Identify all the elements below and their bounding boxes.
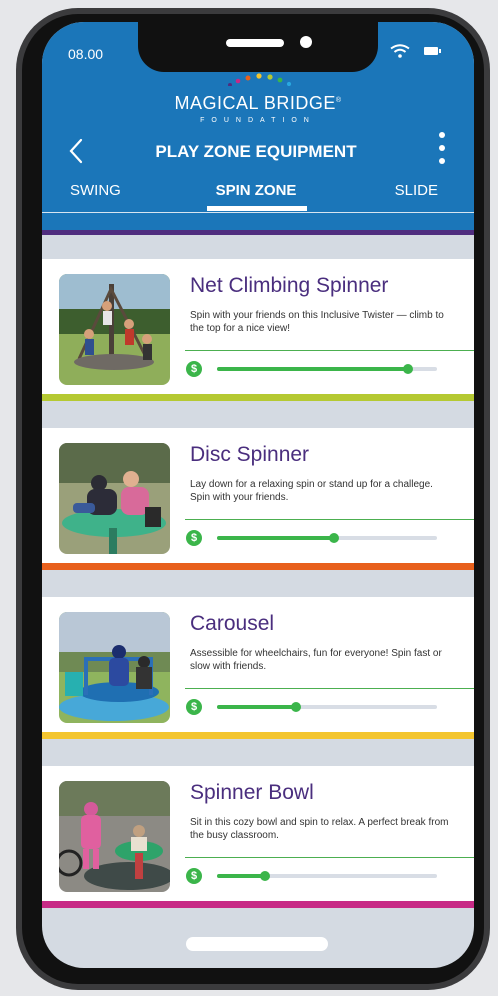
camera-icon [300,36,312,48]
cost-meter [217,533,437,543]
status-time: 08.00 [68,46,104,62]
card-accent-bar [42,732,474,739]
more-vertical-icon[interactable] [438,132,446,166]
phone-notch [138,22,378,72]
card-description: Spin with your friends on this Inclusive… [190,310,444,334]
app-screen: 08.00 MAGICAL BRIDGE® FOUNDATION PLAY ZO… [42,22,474,968]
dollar-icon: $ [186,868,202,884]
equipment-card-disc-spinner[interactable]: Disc Spinner Lay down for a relaxing spi… [42,428,474,570]
card-accent-bar [42,563,474,570]
equipment-card-carousel[interactable]: Carousel Assessible for wheelchairs, fun… [42,597,474,739]
cost-meter-knob [403,364,414,374]
card-divider [185,857,474,858]
equipment-card-spinner-bowl[interactable]: Spinner Bowl Sit in this cozy bowl and s… [42,766,474,908]
tab-slide[interactable]: SLIDE [395,182,438,199]
card-title: Disc Spinner [190,443,310,466]
dollar-icon: $ [186,699,202,715]
card-divider [185,350,474,351]
rainbow-logo-icon [228,73,292,86]
cost-meter-knob [291,702,302,712]
card-title: Carousel [190,612,275,635]
spinner-bowl-photo [59,781,170,892]
card-description: Sit in this cozy bowl and spin to relax.… [190,817,449,841]
card-title: Spinner Bowl [190,781,314,804]
card-title: Net Climbing Spinner [190,274,389,297]
card-description: Assessible for wheelchairs, fun for ever… [190,648,442,672]
cost-meter-fill [217,367,409,371]
cost-meter-fill [217,536,334,540]
cost-meter-fill [217,874,266,878]
cost-meter-knob [328,533,339,543]
cost-meter-fill [217,705,297,709]
dollar-icon: $ [186,361,202,377]
card-divider [185,688,474,689]
carousel-photo [59,612,170,723]
battery-icon [424,47,441,55]
card-accent-bar [42,901,474,908]
page-title: PLAY ZONE EQUIPMENT [155,142,357,161]
brand-name: MAGICAL BRIDGE® [174,93,342,113]
cost-meter [217,364,437,374]
tab-divider [42,212,474,213]
cost-meter [217,702,437,712]
card-divider [185,519,474,520]
active-tab-indicator [207,206,307,211]
cost-meter-knob [260,871,271,881]
net-climbing-spinner-photo [59,274,170,385]
equipment-card-net-climbing-spinner[interactable]: Net Climbing Spinner Spin with your frie… [42,259,474,401]
home-indicator[interactable] [186,937,328,951]
brand-subtitle: FOUNDATION [200,117,316,124]
dollar-icon: $ [186,530,202,546]
disc-spinner-photo [59,443,170,554]
header-stripe [42,230,474,235]
cost-meter [217,871,437,881]
speaker-grille [226,39,284,47]
card-description: Lay down for a relaxing spin or stand up… [190,479,433,503]
wifi-icon [390,44,410,58]
card-accent-bar [42,394,474,401]
